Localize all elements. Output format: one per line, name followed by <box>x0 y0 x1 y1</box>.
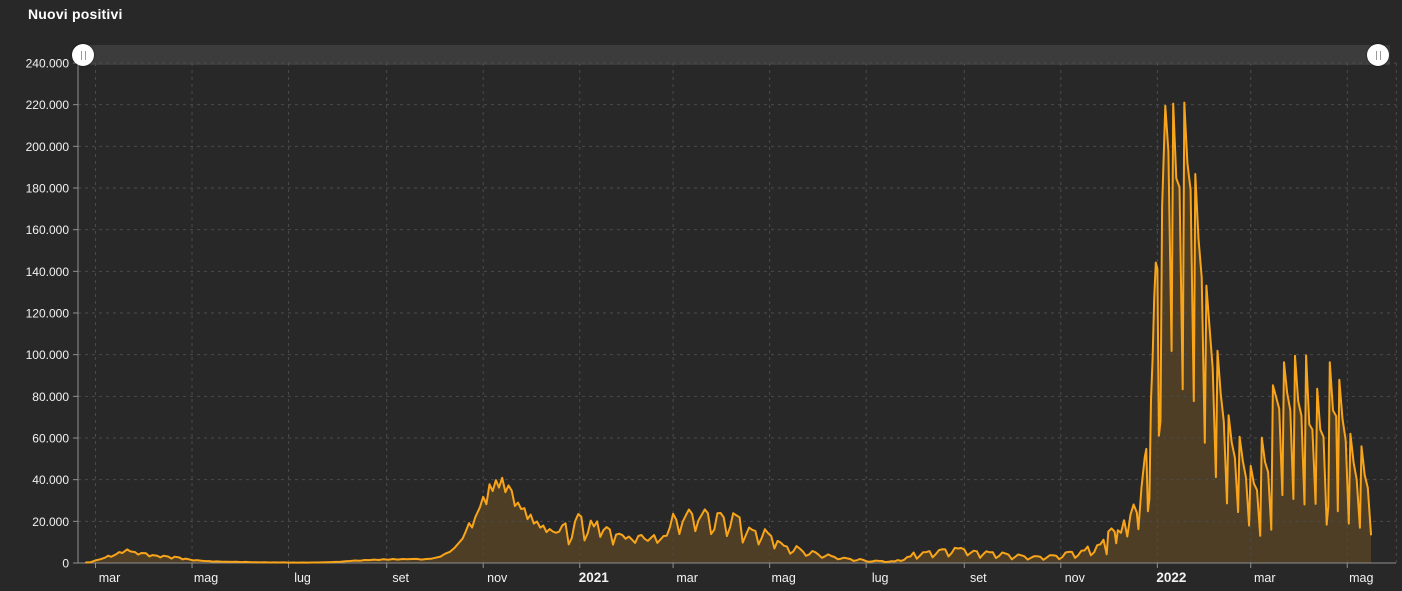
x-tick-label: mar <box>1254 571 1276 585</box>
x-tick-label: 2022 <box>1156 570 1186 585</box>
x-tick-label: lug <box>294 571 311 585</box>
x-tick-label: set <box>392 571 409 585</box>
y-tick-label: 160.000 <box>26 223 70 237</box>
y-tick-label: 180.000 <box>26 182 70 196</box>
range-slider-left-handle[interactable] <box>72 44 94 66</box>
x-tick-label: nov <box>487 571 508 585</box>
y-tick-label: 200.000 <box>26 140 70 154</box>
y-tick-label: 60.000 <box>32 432 69 446</box>
x-tick-label: mar <box>676 571 698 585</box>
x-tick-label: mar <box>99 571 121 585</box>
range-slider-right-handle[interactable] <box>1367 44 1389 66</box>
y-tick-label: 240.000 <box>26 57 70 71</box>
x-tick-label: set <box>970 571 987 585</box>
x-tick-label: 2021 <box>579 570 610 585</box>
series-area-fill <box>86 102 1371 563</box>
y-tick-label: 0 <box>62 557 69 571</box>
area-chart-canvas[interactable]: 0 20.000 40.000 60.000 80.000 100.000 120.000 1… <box>0 0 1402 591</box>
x-tick-label: mag <box>1349 571 1373 585</box>
grip-icon <box>1375 50 1381 60</box>
x-tick-label: mag <box>771 571 795 585</box>
y-tick-label: 220.000 <box>26 98 70 112</box>
y-tick-label: 120.000 <box>26 307 70 321</box>
grip-icon <box>80 50 86 60</box>
y-tick-label: 20.000 <box>32 515 69 529</box>
x-tick-label: lug <box>872 571 889 585</box>
y-tick-label: 40.000 <box>32 473 69 487</box>
x-tick-label: mag <box>194 571 218 585</box>
y-tick-label: 100.000 <box>26 348 70 362</box>
y-tick-label: 80.000 <box>32 390 69 404</box>
x-tick-label: nov <box>1065 571 1086 585</box>
chart-panel: Nuovi positivi 0 20.000 40.000 60.000 80.000… <box>0 0 1402 591</box>
y-tick-label: 140.000 <box>26 265 70 279</box>
